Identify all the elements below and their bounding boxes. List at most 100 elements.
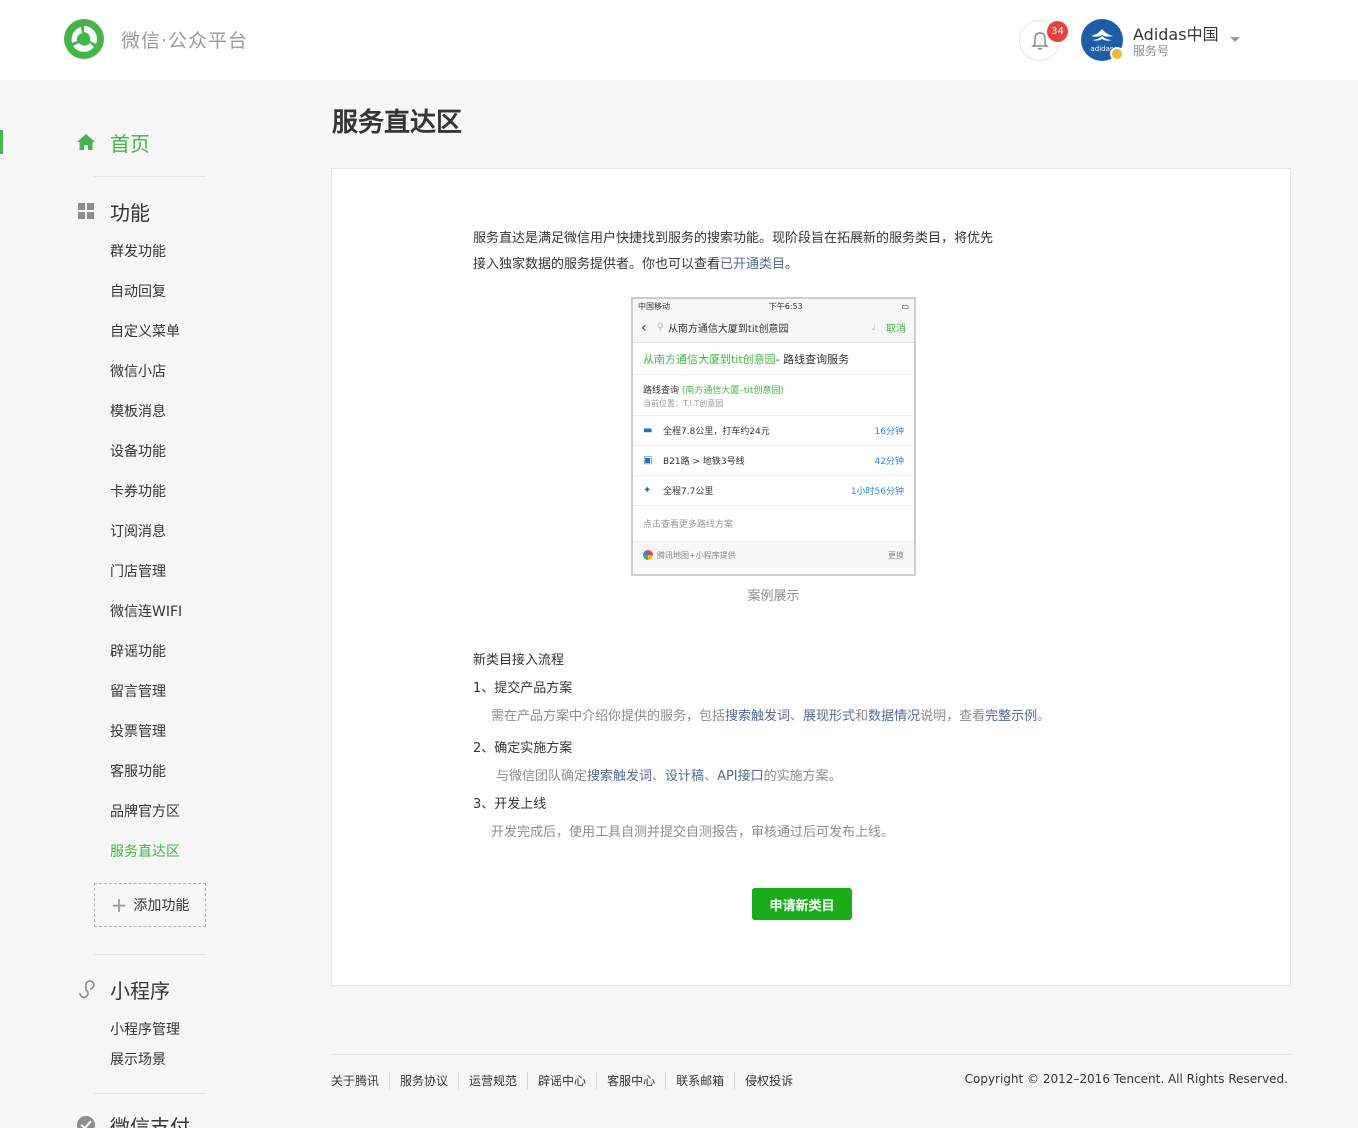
- wechat-logo-icon[interactable]: [63, 18, 105, 60]
- phone-route-query: 路线查询 (南方通信大厦–tit创意园): [633, 375, 914, 396]
- sidebar-item-template-message[interactable]: 模板消息: [110, 401, 166, 421]
- active-marker: [0, 130, 3, 154]
- miniprogram-icon: [76, 979, 96, 999]
- route-time: 42分钟: [874, 457, 904, 467]
- route-time: 1小时56分钟: [850, 487, 904, 497]
- sidebar-section-features[interactable]: 功能: [76, 198, 150, 225]
- flow-title: 新类目接入流程: [473, 653, 565, 668]
- footer-link-rumor-center[interactable]: 辟谣中心: [527, 1072, 596, 1089]
- sidebar-item-auto-reply[interactable]: 自动回复: [110, 281, 166, 301]
- example-caption: 案例展示: [747, 589, 800, 604]
- display-format-link[interactable]: 展现形式: [803, 709, 855, 724]
- sep: 、: [704, 769, 718, 784]
- step-1-text-b: 说明，查看: [920, 709, 986, 724]
- footer-link-email[interactable]: 联系邮箱: [665, 1072, 734, 1089]
- sidebar-item-home[interactable]: 首页: [76, 129, 150, 156]
- sidebar-item-comments[interactable]: 留言管理: [110, 681, 166, 701]
- sidebar-item-coupons[interactable]: 卡券功能: [110, 481, 166, 501]
- example-phone-screenshot: 中国移动 下午6:53 ▭ ‹ ⚲ 从南方通信大厦到tit创意园 ♩ 取消 从南…: [631, 297, 916, 576]
- sidebar-item-display-scenes[interactable]: 展示场景: [110, 1049, 166, 1069]
- phone-search-query: 从南方通信大厦到tit创意园: [667, 324, 789, 335]
- sidebar-item-voting[interactable]: 投票管理: [110, 721, 166, 741]
- footer-divider: [331, 1054, 1291, 1055]
- full-example-link[interactable]: 完整示例: [985, 709, 1037, 724]
- footer-link-terms[interactable]: 服务协议: [389, 1072, 458, 1089]
- trigger-words-link[interactable]: 搜索触发词: [587, 769, 652, 784]
- design-draft-link[interactable]: 设计稿: [665, 769, 704, 784]
- footer-links: 关于腾讯 服务协议 运营规范 辟谣中心 客服中心 联系邮箱 侵权投诉: [331, 1072, 803, 1089]
- phone-status-bar: 中国移动 下午6:53 ▭: [633, 299, 914, 313]
- sidebar-section-miniprogram[interactable]: 小程序: [76, 976, 170, 1003]
- intro-line-2-text: 接入独家数据的服务提供者。你也可以查看: [473, 257, 721, 272]
- content-card: 服务直达是满足微信用户快捷找到服务的搜索功能。现阶段旨在拓展新的服务类目，将优先…: [331, 168, 1291, 986]
- sidebar-item-brand-zone[interactable]: 品牌官方区: [110, 801, 180, 821]
- sidebar-item-mass-send[interactable]: 群发功能: [110, 241, 166, 261]
- route-time: 16分钟: [874, 427, 904, 437]
- phone-carrier: 中国移动: [638, 301, 670, 311]
- footer-link-rules[interactable]: 运营规范: [458, 1072, 527, 1089]
- route-text: 全程7.7公里: [663, 487, 714, 497]
- apply-new-category-button[interactable]: 申请新类目: [752, 888, 852, 920]
- platform-brand[interactable]: 微信·公众平台: [121, 26, 248, 53]
- page-title: 服务直达区: [332, 108, 463, 138]
- home-icon: [76, 132, 96, 152]
- phone-result-subtitle: - 路线查询服务: [775, 352, 850, 366]
- sidebar-item-customer-service[interactable]: 客服功能: [110, 761, 166, 781]
- sidebar-item-subscription[interactable]: 订阅消息: [110, 521, 166, 541]
- phone-footer: 腾讯地图+小程序提供 更换: [633, 542, 914, 568]
- intro-line-2: 接入独家数据的服务提供者。你也可以查看已开通类目。: [473, 252, 1073, 278]
- step-2-text-b: 的实施方案。: [763, 769, 842, 784]
- and: 和: [855, 709, 869, 724]
- copyright: Copyright © 2012–2016 Tencent. All Right…: [964, 1072, 1288, 1086]
- api-link[interactable]: API接口: [717, 769, 764, 784]
- route-text: 全程7.8公里，打车约24元: [663, 427, 770, 437]
- sidebar-section-wechat-pay[interactable]: 微信支付: [76, 1112, 190, 1128]
- step-1-title: 1、提交产品方案: [473, 681, 573, 696]
- car-icon: ▬: [643, 425, 653, 436]
- sidebar-item-wechat-store[interactable]: 微信小店: [110, 361, 166, 381]
- notification-badge: 34: [1047, 21, 1068, 42]
- footer-link-support[interactable]: 客服中心: [596, 1072, 665, 1089]
- sidebar-wechat-pay-label: 微信支付: [110, 1114, 190, 1128]
- phone-result-title: 从南方通信大厦到tit创意园: [643, 352, 776, 366]
- data-status-link[interactable]: 数据情况: [868, 709, 920, 724]
- route-row: ▣ B21路 > 地铁3号线 42分钟: [633, 446, 914, 476]
- search-icon: ⚲: [656, 322, 664, 333]
- bell-icon: [1030, 31, 1049, 50]
- sidebar-item-miniprogram-manage[interactable]: 小程序管理: [110, 1019, 180, 1039]
- sidebar-item-device[interactable]: 设备功能: [110, 441, 166, 461]
- account-dropdown-icon[interactable]: [1230, 37, 1240, 42]
- phone-cancel: 取消: [886, 324, 906, 335]
- opened-categories-link[interactable]: 已开通类目: [720, 257, 785, 272]
- phone-result-header: 从南方通信大厦到tit创意园 - 路线查询服务: [633, 343, 914, 375]
- sidebar-item-custom-menu[interactable]: 自定义菜单: [110, 321, 180, 341]
- divider: [94, 1093, 206, 1094]
- phone-change: 更换: [888, 550, 904, 560]
- verified-badge-icon: [1110, 47, 1124, 61]
- sidebar-item-rumor[interactable]: 辟谣功能: [110, 641, 166, 661]
- sidebar-item-wifi[interactable]: 微信连WIFI: [110, 601, 182, 621]
- sidebar-item-service-direct[interactable]: 服务直达区: [110, 841, 180, 861]
- phone-search-bar: ‹ ⚲ 从南方通信大厦到tit创意园 ♩ 取消: [633, 313, 914, 343]
- phone-time: 下午6:53: [768, 301, 803, 311]
- grid-icon: [76, 201, 96, 221]
- mic-icon: ♩: [871, 322, 876, 333]
- account-type: 服务号: [1133, 44, 1170, 58]
- phone-more-routes: 点击查看更多路线方案: [633, 506, 914, 542]
- intro-line-1: 服务直达是满足微信用户快捷找到服务的搜索功能。现阶段旨在拓展新的服务类目，将优先: [473, 231, 994, 246]
- route-text: B21路 > 地铁3号线: [663, 457, 745, 467]
- wechat-pay-icon: [76, 1115, 96, 1128]
- top-header: 微信·公众平台 34 adidas Adidas中国 服务号: [0, 0, 1358, 80]
- footer-link-about[interactable]: 关于腾讯: [331, 1072, 389, 1089]
- intro-text: 服务直达是满足微信用户快捷找到服务的搜索功能。现阶段旨在拓展新的服务类目，将优先…: [473, 226, 1073, 278]
- footer-link-infringement[interactable]: 侵权投诉: [734, 1072, 803, 1089]
- trigger-words-link[interactable]: 搜索触发词: [725, 709, 790, 724]
- step-2-title: 2、确定实施方案: [473, 741, 573, 756]
- sidebar-item-stores[interactable]: 门店管理: [110, 561, 166, 581]
- add-feature-button[interactable]: + 添加功能: [94, 883, 206, 927]
- divider: [94, 954, 206, 955]
- route-row: ▬ 全程7.8公里，打车约24元 16分钟: [633, 416, 914, 446]
- back-arrow-icon: ‹: [641, 319, 647, 336]
- sep: 、: [790, 709, 804, 724]
- avatar[interactable]: adidas: [1081, 19, 1124, 61]
